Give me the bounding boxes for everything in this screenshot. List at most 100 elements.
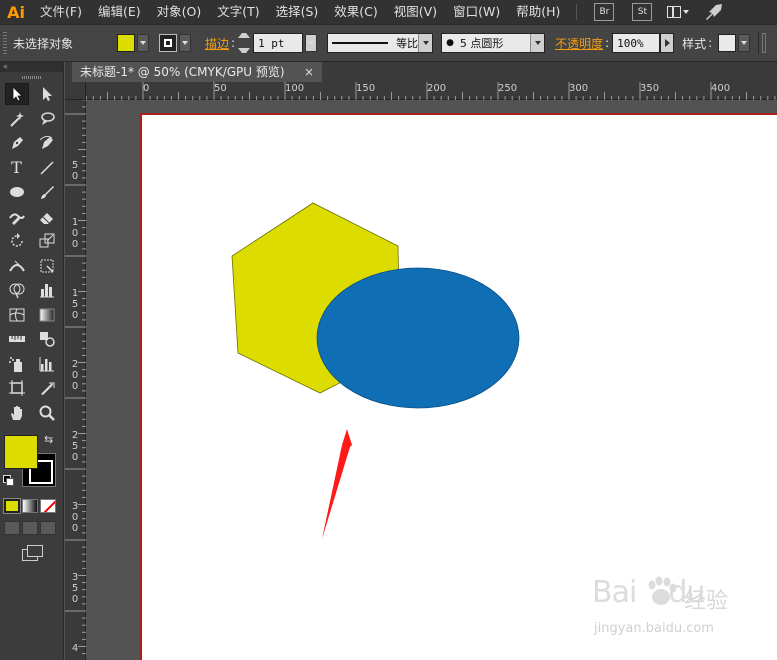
gpu-rocket-icon[interactable]: [703, 2, 725, 22]
draw-inside-button[interactable]: [40, 521, 56, 535]
color-mode-button[interactable]: [3, 498, 21, 514]
stock-button[interactable]: St: [632, 3, 653, 21]
symbol-sprayer-tool[interactable]: [5, 353, 29, 375]
column-graph-tool[interactable]: [35, 353, 59, 375]
type-tool[interactable]: T: [5, 157, 29, 179]
hand-tool[interactable]: [5, 402, 29, 424]
fill-color-picker[interactable]: [117, 33, 149, 53]
ruler-label: 300: [71, 501, 79, 534]
draw-behind-button[interactable]: [22, 521, 38, 535]
graphic-style-picker[interactable]: [718, 33, 751, 53]
pen-tool[interactable]: [5, 132, 29, 154]
ruler-label: 350: [71, 572, 79, 605]
chevron-down-icon[interactable]: [179, 34, 191, 52]
slice-tool[interactable]: [35, 377, 59, 399]
menu-select[interactable]: 选择(S): [268, 0, 327, 24]
bridge-button[interactable]: Br: [594, 3, 615, 21]
eraser-tool[interactable]: [35, 206, 59, 228]
menu-separator: [576, 4, 578, 20]
opacity-slider-button[interactable]: [660, 33, 675, 53]
zoom-tool[interactable]: [35, 402, 59, 424]
menu-window[interactable]: 窗口(W): [445, 0, 508, 24]
menu-bar: Ai 文件(F) 编辑(E) 对象(O) 文字(T) 选择(S) 效果(C) 视…: [0, 0, 777, 24]
screen-mode-icon[interactable]: [22, 545, 44, 561]
stroke-weight-stepper[interactable]: [238, 33, 251, 53]
width-tool[interactable]: [5, 255, 29, 277]
magic-wand-tool[interactable]: [5, 108, 29, 130]
chevron-down-icon[interactable]: [418, 34, 433, 52]
artboard-tool[interactable]: [5, 377, 29, 399]
stroke-weight-field[interactable]: 1 pt: [253, 33, 304, 53]
default-fill-stroke-icon[interactable]: [3, 475, 14, 486]
variable-width-profile-select[interactable]: 等比: [327, 33, 434, 53]
menu-file[interactable]: 文件(F): [32, 0, 90, 24]
collapse-toolbox-icon[interactable]: «: [0, 62, 63, 72]
fill-stroke-controls: ⇆: [0, 431, 63, 495]
stroke-swatch[interactable]: [159, 34, 177, 52]
fill-color-swatch[interactable]: [4, 435, 38, 469]
rotate-tool[interactable]: [5, 230, 29, 252]
ruler-origin[interactable]: [65, 82, 86, 100]
draw-normal-button[interactable]: [4, 521, 20, 535]
ruler-label: 100: [285, 83, 305, 94]
gradient-tool[interactable]: [35, 304, 59, 326]
chevron-down-icon[interactable]: [530, 34, 545, 52]
fill-swatch[interactable]: [117, 34, 135, 52]
profile-label: 等比: [396, 37, 419, 50]
ellipse-tool[interactable]: [5, 181, 29, 203]
chevron-down-icon[interactable]: [738, 34, 751, 52]
curvature-tool[interactable]: [35, 132, 59, 154]
gradient-mode-button[interactable]: [22, 499, 38, 513]
mesh-tool[interactable]: [5, 304, 29, 326]
menu-effect[interactable]: 效果(C): [326, 0, 385, 24]
swap-fill-stroke-icon[interactable]: ⇆: [44, 433, 53, 446]
menu-type[interactable]: 文字(T): [209, 0, 267, 24]
menu-help[interactable]: 帮助(H): [508, 0, 568, 24]
none-mode-button[interactable]: [40, 499, 56, 513]
panel-grip[interactable]: [3, 32, 7, 54]
document-tab[interactable]: 未标题-1* @ 50% (CMYK/GPU 预览) ×: [72, 62, 322, 82]
stroke-weight-dropdown[interactable]: [305, 34, 318, 52]
vertical-ruler[interactable]: 50 100 150 200 250 300 350 4: [65, 100, 86, 660]
opacity-panel-link[interactable]: 不透明度: [555, 35, 603, 52]
style-swatch[interactable]: [718, 34, 737, 52]
graphic-style-label: 样式: [682, 36, 707, 51]
separator: [758, 32, 760, 54]
menu-object[interactable]: 对象(O): [149, 0, 210, 24]
shape-builder-tool[interactable]: [5, 279, 29, 301]
arrange-documents-button[interactable]: [667, 3, 691, 21]
ellipse-shape[interactable]: [316, 267, 520, 409]
lasso-tool[interactable]: [35, 108, 59, 130]
tools-panel: « T ⇆: [0, 62, 64, 660]
opacity-field[interactable]: 100%: [612, 33, 661, 53]
close-icon[interactable]: ×: [304, 62, 314, 82]
toolbox-grip[interactable]: [0, 72, 63, 82]
color-mode-row: [0, 498, 63, 514]
blend-tool[interactable]: [35, 328, 59, 350]
graph-tool[interactable]: [35, 279, 59, 301]
scale-tool[interactable]: [35, 230, 59, 252]
colon-separator: :: [605, 36, 610, 50]
annotation-arrow: [322, 429, 352, 539]
brush-definition-select[interactable]: ● 5 点圆形: [441, 33, 546, 53]
measure-tool[interactable]: [5, 328, 29, 350]
ruler-label: 150: [71, 288, 79, 321]
line-segment-tool[interactable]: [35, 157, 59, 179]
chevron-down-icon[interactable]: [137, 34, 149, 52]
stroke-color-picker[interactable]: [159, 33, 191, 53]
free-transform-tool[interactable]: [35, 255, 59, 277]
chevron-right-icon: [664, 39, 670, 47]
paintbrush-tool[interactable]: [35, 181, 59, 203]
ruler-label: 200: [427, 83, 447, 94]
direct-selection-tool[interactable]: [35, 83, 59, 105]
menu-edit[interactable]: 编辑(E): [90, 0, 149, 24]
shaper-tool[interactable]: [5, 206, 29, 228]
ruler-label: 250: [498, 83, 518, 94]
ruler-label: 150: [356, 83, 376, 94]
stroke-panel-link[interactable]: 描边: [205, 35, 229, 52]
selection-tool[interactable]: [4, 83, 29, 106]
ruler-label: 400: [711, 83, 731, 94]
document-tab-bar: 未标题-1* @ 50% (CMYK/GPU 预览) ×: [65, 62, 777, 82]
horizontal-ruler[interactable]: 0 50 100 150 200 250 300 350 400: [86, 82, 777, 100]
menu-view[interactable]: 视图(V): [386, 0, 445, 24]
